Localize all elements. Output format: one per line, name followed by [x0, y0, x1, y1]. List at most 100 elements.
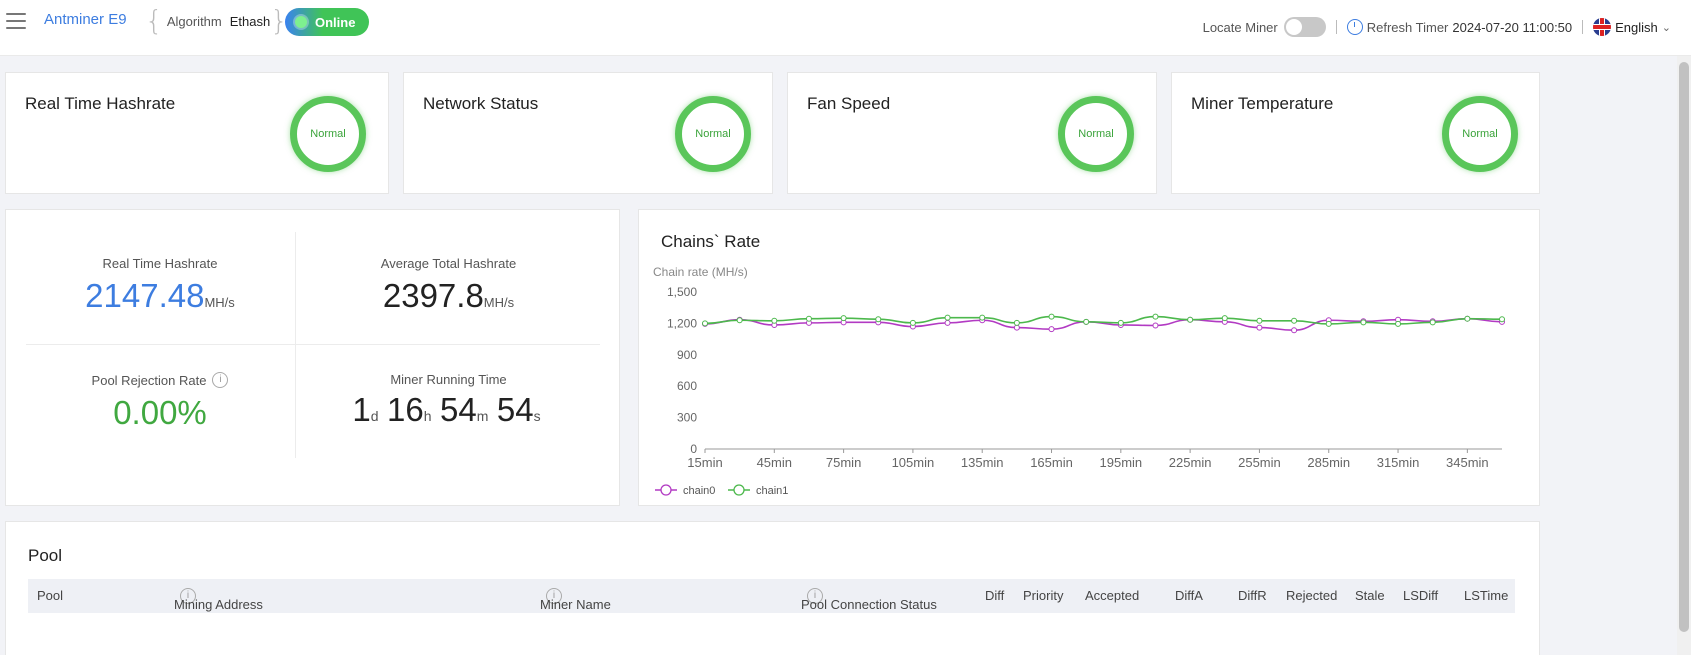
divider [1335, 20, 1337, 34]
col-connection-status[interactable]: Pool Connection Status i [801, 588, 937, 612]
status-card-hashrate: Real Time Hashrate Normal [5, 72, 389, 194]
chains-rate-card: Chains` Rate Chain rate (MH/s) 0 300 600 900… [638, 209, 1540, 506]
refresh-timer-value: 2024-07-20 11:00:50 [1452, 19, 1573, 35]
info-icon[interactable]: i [212, 372, 229, 388]
x-tick-label: 225min [1169, 455, 1212, 470]
col-label: Mining Address [174, 597, 263, 612]
x-tick-label: 345min [1446, 455, 1489, 470]
running-time-stat: Miner Running Time 1d 16h 54m 54s [296, 372, 601, 429]
toggle-knob [1285, 19, 1302, 35]
x-tick-label: 135min [961, 455, 1004, 470]
col-diffr[interactable]: DiffR [1238, 588, 1267, 603]
page-scrollbar-thumb[interactable] [1679, 62, 1689, 632]
data-point-chain1 [944, 314, 951, 321]
status-card-temperature: Miner Temperature Normal [1171, 72, 1540, 194]
chains-rate-chart: Chain rate (MH/s) 0 300 600 900 1,200 1,500 15m… [653, 265, 1505, 497]
data-point-chain1 [1464, 315, 1471, 322]
col-priority[interactable]: Priority [1023, 588, 1063, 603]
col-accepted[interactable]: Accepted [1085, 588, 1139, 603]
rejection-rate-value: 0.00% [113, 394, 207, 431]
col-miner-name[interactable]: Miner Name i [540, 588, 611, 612]
stat-label: Miner Running Time [390, 372, 507, 387]
minutes-unit: m [476, 408, 489, 424]
rejection-label: Pool Rejection Rate [91, 372, 207, 388]
hours-unit: h [423, 408, 432, 424]
card-title: Real Time Hashrate [25, 94, 176, 113]
pool-card: Pool Pool Mining Address i Miner Name i Po… [5, 521, 1540, 655]
status-card-fan: Fan Speed Normal [787, 72, 1157, 194]
realtime-hashrate-stat: Real Time Hashrate 2147.48MH/s [26, 256, 294, 315]
language-selector[interactable]: English ⌄ [1593, 18, 1671, 36]
x-tick-label: 285min [1307, 455, 1350, 470]
col-pool[interactable]: Pool [37, 588, 63, 603]
running-time-value: 1d 16h 54m 54s [296, 391, 601, 429]
brace-left: { [145, 4, 163, 37]
stat-value: 2147.48MH/s [26, 277, 294, 315]
series-line-chain0 [704, 317, 1503, 332]
header-controls: Locate Miner Refresh Timer 2024-07-20 11… [1203, 16, 1671, 38]
unit: MH/s [204, 295, 235, 310]
col-diffa[interactable]: DiffA [1175, 588, 1203, 603]
col-lsdiff[interactable]: LSDiff [1403, 588, 1438, 603]
data-point-chain1 [1325, 320, 1332, 327]
data-point-chain0 [1291, 327, 1298, 334]
status-dot-icon [295, 16, 307, 28]
x-tick-label: 15min [687, 455, 722, 470]
data-point-chain1 [840, 315, 847, 322]
x-tick-label: 105min [892, 455, 935, 470]
uk-flag-icon [1593, 18, 1612, 36]
col-diff[interactable]: Diff [985, 588, 1004, 603]
data-point-chain1 [805, 315, 812, 322]
realtime-hashrate-value: 2147.48 [85, 277, 205, 314]
legend-marker-chain0 [660, 484, 672, 496]
menu-icon[interactable] [6, 13, 26, 31]
col-stale[interactable]: Stale [1355, 588, 1385, 603]
col-lstime[interactable]: LSTime [1464, 588, 1508, 603]
seconds-value: 54 [496, 391, 534, 428]
data-point-chain1 [1187, 316, 1194, 323]
pool-title: Pool [28, 546, 63, 565]
unit: MH/s [483, 295, 515, 310]
data-point-chain1 [1013, 319, 1020, 326]
y-tick-label: 600 [677, 379, 697, 393]
y-tick-label: 1,200 [667, 316, 697, 330]
col-label: Pool Connection Status [801, 597, 937, 612]
stat-label: Pool Rejection Rate i [26, 372, 294, 388]
chevron-down-icon: ⌄ [1661, 21, 1671, 34]
average-hashrate-value: 2397.8 [382, 277, 484, 314]
data-point-chain1 [875, 316, 882, 323]
y-tick-label: 900 [677, 348, 697, 362]
col-mining-address[interactable]: Mining Address i [174, 588, 263, 612]
col-label: Miner Name [540, 597, 611, 612]
data-point-chain1 [1499, 316, 1505, 323]
algorithm-label: Algorithm [166, 13, 222, 29]
average-hashrate-stat: Average Total Hashrate 2397.8MH/s [296, 256, 601, 315]
data-point-chain1 [1360, 319, 1367, 326]
status-ring: Normal [1058, 96, 1134, 172]
y-tick-label: 0 [690, 442, 697, 456]
algorithm-info: { Algorithm Ethash } [145, 5, 288, 37]
y-axis-label: Chain rate (MH/s) [653, 265, 748, 279]
card-title: Fan Speed [807, 94, 891, 113]
x-tick-label: 165min [1030, 455, 1073, 470]
x-tick-label: 45min [757, 455, 792, 470]
col-rejected[interactable]: Rejected [1286, 588, 1337, 603]
minutes-value: 54 [440, 391, 477, 428]
locate-miner-toggle[interactable] [1283, 17, 1326, 37]
data-point-chain1 [979, 314, 986, 321]
legend-label-chain0: chain0 [683, 485, 715, 497]
data-point-chain1 [1256, 317, 1263, 324]
status-ring: Normal [675, 96, 751, 172]
status-ring: Normal [1442, 96, 1518, 172]
refresh-timer-icon[interactable] [1346, 19, 1363, 35]
data-point-chain1 [771, 317, 778, 324]
legend-label-chain1: chain1 [756, 485, 788, 497]
data-point-chain0 [1152, 322, 1159, 329]
data-point-chain1 [1048, 313, 1055, 320]
days-unit: d [370, 408, 379, 424]
seconds-unit: s [533, 408, 541, 424]
divider [1582, 20, 1584, 34]
data-point-chain1 [1291, 317, 1298, 324]
data-point-chain1 [1083, 318, 1090, 325]
online-status-badge: Online [285, 8, 369, 36]
